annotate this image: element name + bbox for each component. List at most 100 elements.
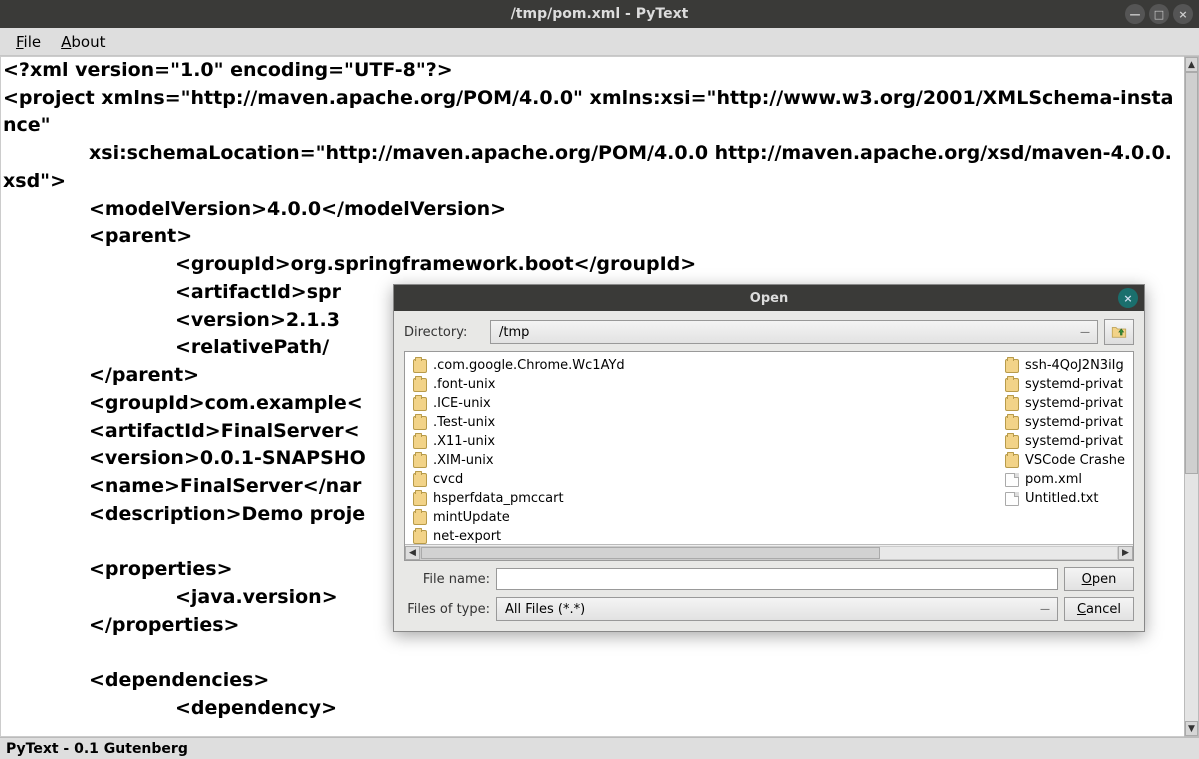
file-item[interactable]: systemd-privat <box>1005 375 1125 394</box>
file-item[interactable]: Untitled.txt <box>1005 489 1125 508</box>
file-item[interactable]: .X11-unix <box>413 432 625 451</box>
file-item[interactable]: systemd-privat <box>1005 413 1125 432</box>
file-name: systemd-privat <box>1025 434 1123 449</box>
folder-icon <box>413 397 427 411</box>
close-icon: × <box>1123 292 1132 305</box>
directory-combo[interactable]: /tmp — <box>490 320 1098 344</box>
file-icon <box>1005 473 1019 487</box>
close-icon: × <box>1178 8 1187 21</box>
open-dialog: Open × Directory: /tmp — .com.google.Chr… <box>393 284 1145 632</box>
dialog-body: Directory: /tmp — .com.google.Chrome.Wc1… <box>394 311 1144 631</box>
file-name: .Test-unix <box>433 415 495 430</box>
filename-label: File name: <box>404 572 490 587</box>
types-combo[interactable]: All Files (*.*) — <box>496 597 1058 621</box>
types-label: Files of type: <box>404 602 490 617</box>
hscroll-thumb[interactable] <box>421 547 880 559</box>
folder-icon <box>413 473 427 487</box>
dialog-titlebar: Open × <box>394 285 1144 311</box>
menubar: File About <box>0 28 1199 56</box>
directory-row: Directory: /tmp — <box>404 319 1134 345</box>
folder-icon <box>1005 454 1019 468</box>
directory-label: Directory: <box>404 325 484 340</box>
file-name: .font-unix <box>433 377 495 392</box>
minimize-button[interactable]: — <box>1125 4 1145 24</box>
dialog-title: Open <box>750 291 788 306</box>
dialog-close-button[interactable]: × <box>1118 288 1138 308</box>
folder-icon <box>1005 416 1019 430</box>
folder-icon <box>413 378 427 392</box>
maximize-button[interactable]: □ <box>1149 4 1169 24</box>
folder-up-icon <box>1110 323 1128 341</box>
scroll-up-icon[interactable]: ▲ <box>1185 57 1198 72</box>
file-item[interactable]: .com.google.Chrome.Wc1AYd <box>413 356 625 375</box>
file-name: mintUpdate <box>433 510 510 525</box>
folder-icon <box>413 530 427 544</box>
file-item[interactable]: VSCode Crashe <box>1005 451 1125 470</box>
folder-icon <box>413 416 427 430</box>
file-item[interactable]: .Test-unix <box>413 413 625 432</box>
file-name: .com.google.Chrome.Wc1AYd <box>433 358 625 373</box>
folder-icon <box>413 492 427 506</box>
file-name: .XIM-unix <box>433 453 494 468</box>
up-directory-button[interactable] <box>1104 319 1134 345</box>
file-list-wrap: .com.google.Chrome.Wc1AYd .font-unix .ICE-… <box>404 351 1134 561</box>
horizontal-scrollbar[interactable]: ◀ ▶ <box>405 544 1133 560</box>
menu-file[interactable]: File <box>6 30 51 54</box>
file-item[interactable]: mintUpdate <box>413 508 625 527</box>
file-item[interactable]: net-export <box>413 527 625 544</box>
open-button[interactable]: Open <box>1064 567 1134 591</box>
folder-icon <box>1005 435 1019 449</box>
file-icon <box>1005 492 1019 506</box>
file-list[interactable]: .com.google.Chrome.Wc1AYd .font-unix .ICE-… <box>405 352 1133 544</box>
directory-value: /tmp <box>499 325 529 340</box>
file-name: systemd-privat <box>1025 396 1123 411</box>
maximize-icon: □ <box>1154 8 1164 21</box>
file-item[interactable]: systemd-privat <box>1005 432 1125 451</box>
folder-icon <box>413 435 427 449</box>
folder-icon <box>1005 378 1019 392</box>
file-item[interactable]: pom.xml <box>1005 470 1125 489</box>
types-value: All Files (*.*) <box>505 602 585 617</box>
file-name: systemd-privat <box>1025 377 1123 392</box>
file-name: cvcd <box>433 472 463 487</box>
status-text: PyText - 0.1 Gutenberg <box>6 741 188 757</box>
scroll-down-icon[interactable]: ▼ <box>1185 721 1198 736</box>
filename-row: File name: Open <box>404 567 1134 591</box>
chevron-down-icon: — <box>1037 601 1053 617</box>
file-name: net-export <box>433 529 501 544</box>
file-name: .ICE-unix <box>433 396 491 411</box>
file-name: hsperfdata_pmccart <box>433 491 564 506</box>
folder-icon <box>1005 397 1019 411</box>
statusbar: PyText - 0.1 Gutenberg <box>0 737 1199 759</box>
window-controls: — □ × <box>1125 0 1193 28</box>
menu-about[interactable]: About <box>51 30 115 54</box>
scroll-right-icon[interactable]: ▶ <box>1118 546 1133 560</box>
minimize-icon: — <box>1130 8 1141 21</box>
file-name: Untitled.txt <box>1025 491 1098 506</box>
scroll-thumb[interactable] <box>1185 72 1198 474</box>
scroll-left-icon[interactable]: ◀ <box>405 546 420 560</box>
folder-icon <box>413 511 427 525</box>
types-row: Files of type: All Files (*.*) — Cancel <box>404 597 1134 621</box>
cancel-button[interactable]: Cancel <box>1064 597 1134 621</box>
filename-input[interactable] <box>496 568 1058 590</box>
file-name: pom.xml <box>1025 472 1082 487</box>
folder-icon <box>413 359 427 373</box>
folder-icon <box>413 454 427 468</box>
file-name: systemd-privat <box>1025 415 1123 430</box>
chevron-down-icon: — <box>1077 324 1093 340</box>
vertical-scrollbar[interactable]: ▲ ▼ <box>1184 56 1199 737</box>
titlebar: /tmp/pom.xml - PyText — □ × <box>0 0 1199 28</box>
file-item[interactable]: .XIM-unix <box>413 451 625 470</box>
file-item[interactable]: .font-unix <box>413 375 625 394</box>
file-item[interactable]: ssh-4QoJ2N3iIg <box>1005 356 1125 375</box>
scroll-track[interactable] <box>1185 72 1198 721</box>
file-item[interactable]: .ICE-unix <box>413 394 625 413</box>
file-name: ssh-4QoJ2N3iIg <box>1025 358 1124 373</box>
file-item[interactable]: hsperfdata_pmccart <box>413 489 625 508</box>
file-column: ssh-4QoJ2N3iIg systemd-privat systemd-priv… <box>1005 356 1125 508</box>
hscroll-track[interactable] <box>420 546 1118 560</box>
close-button[interactable]: × <box>1173 4 1193 24</box>
file-item[interactable]: cvcd <box>413 470 625 489</box>
file-item[interactable]: systemd-privat <box>1005 394 1125 413</box>
